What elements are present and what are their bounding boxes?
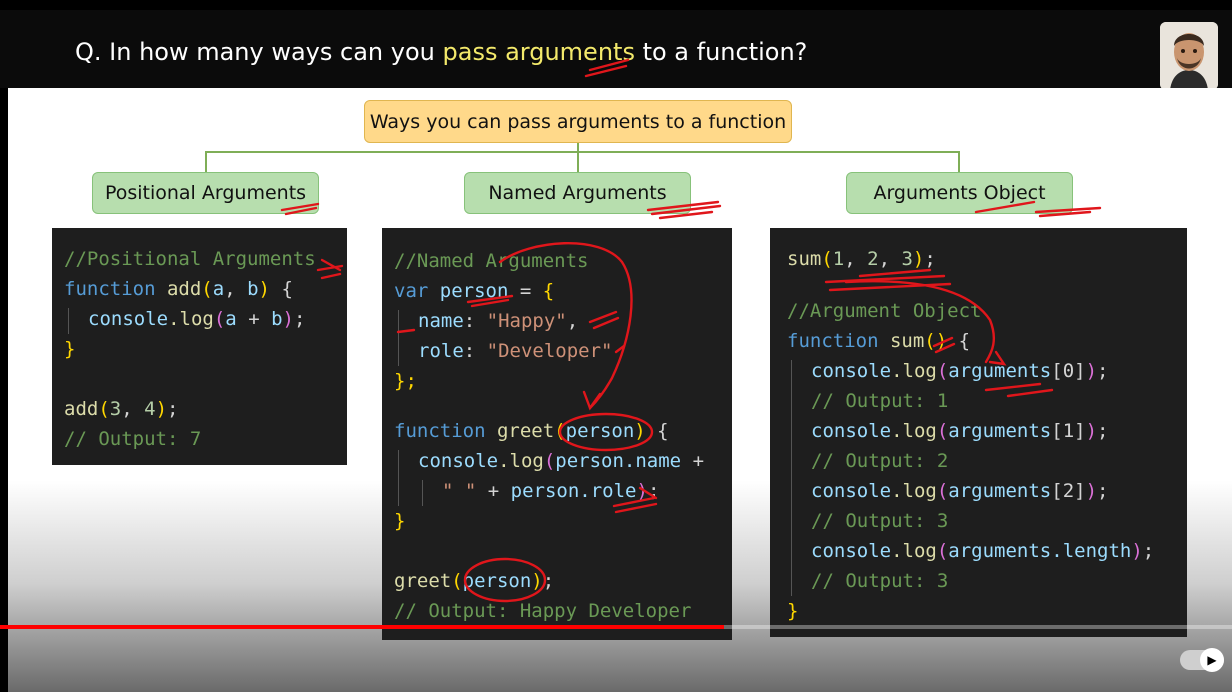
code-panel-arguments-object: sum(1, 2, 3); //Argument Object function… (770, 228, 1187, 637)
indent-guide (398, 310, 399, 366)
code-line: console.log(arguments.length); (811, 540, 1155, 562)
question-prefix: Q. In how many ways can you (75, 38, 443, 66)
category-positional: Positional Arguments (92, 172, 319, 214)
code-line: // Output: 3 (811, 570, 949, 592)
category-named: Named Arguments (464, 172, 691, 214)
indent-guide (398, 450, 399, 506)
code-line: // Output: 1 (811, 390, 949, 412)
code-line: console.log(a + b); (88, 308, 306, 330)
code-line: greet(person); (394, 570, 555, 592)
indent-guide (791, 360, 792, 596)
autoplay-toggle[interactable]: ▶ (1180, 648, 1224, 672)
code-line: // Output: Happy Developer (394, 600, 692, 622)
code-line: } (394, 510, 406, 532)
code-line: var person = { (394, 280, 555, 302)
code-line: //Argument Object (787, 300, 982, 322)
video-title-bar: Q. In how many ways can you pass argumen… (0, 10, 1232, 90)
connector-right (958, 151, 960, 172)
play-icon: ▶ (1200, 648, 1224, 672)
code-line: // Output: 7 (64, 428, 202, 450)
connector-left (205, 151, 207, 172)
code-panel-positional: //Positional Arguments function add(a, b… (52, 228, 347, 465)
code-line: } (64, 338, 76, 360)
code-line: sum(1, 2, 3); (787, 248, 936, 270)
code-line: //Positional Arguments (64, 248, 316, 270)
video-progress-fill[interactable] (0, 625, 725, 629)
connector-horizontal (205, 151, 960, 153)
code-line: console.log(arguments[1]); (811, 420, 1109, 442)
connector-middle (577, 151, 579, 172)
code-line: //Named Arguments (394, 250, 589, 272)
code-line: // Output: 2 (811, 450, 949, 472)
code-line: function greet(person) { (394, 420, 669, 442)
code-line: function add(a, b) { (64, 278, 293, 300)
question-title: Q. In how many ways can you pass argumen… (75, 38, 807, 66)
code-line: add(3, 4); (64, 398, 179, 420)
code-line: }; (394, 370, 417, 392)
indent-guide (422, 480, 423, 506)
indent-guide (68, 308, 69, 334)
code-line: role: "Developer" (418, 340, 613, 362)
code-line: } (787, 600, 799, 622)
question-suffix: to a function? (634, 38, 808, 66)
code-line: // Output: 3 (811, 510, 949, 532)
category-arguments-object: Arguments Object (846, 172, 1073, 214)
code-line: console.log(person.name + (418, 450, 705, 472)
code-line: console.log(arguments[2]); (811, 480, 1109, 502)
code-panel-named: //Named Arguments var person = { name: "… (382, 228, 732, 640)
presenter-avatar (1160, 22, 1218, 90)
code-line: function sum() { (787, 330, 971, 352)
code-line: name: "Happy", (418, 310, 579, 332)
code-line: " " + person.role); (442, 480, 660, 502)
question-highlight: pass arguments (442, 38, 635, 66)
diagram-root-box: Ways you can pass arguments to a functio… (364, 100, 792, 143)
code-line: console.log(arguments[0]); (811, 360, 1109, 382)
